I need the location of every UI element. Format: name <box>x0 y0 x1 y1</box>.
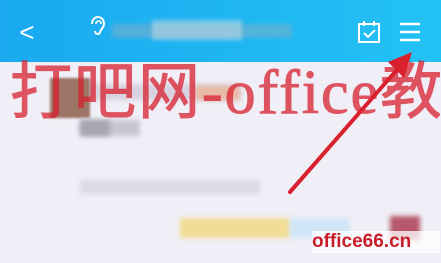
redacted-row <box>180 218 290 238</box>
chat-title-redacted-highlight <box>152 20 242 40</box>
redacted-row <box>80 180 260 194</box>
site-brand: office66.cn <box>312 231 440 253</box>
annotation-arrow <box>288 52 412 194</box>
ear-icon <box>88 14 106 38</box>
